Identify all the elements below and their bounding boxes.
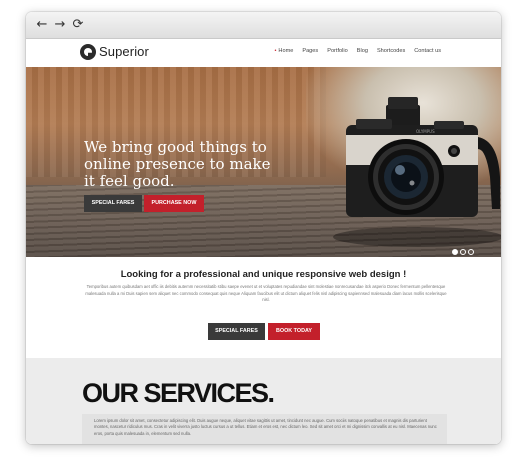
browser-window: ← → ⟳ Superior Home Pages Portfolio Blog… — [26, 12, 501, 444]
site-header: Superior Home Pages Portfolio Blog Short… — [26, 39, 501, 67]
book-today-button[interactable]: BOOK TODAY — [268, 323, 320, 340]
svg-text:OLYMPUS: OLYMPUS — [416, 129, 435, 134]
special-fares-button[interactable]: SPECIAL FARES — [84, 195, 142, 212]
back-icon[interactable]: ← — [34, 16, 50, 34]
logo-icon[interactable] — [80, 44, 96, 60]
reload-icon[interactable]: ⟳ — [70, 16, 86, 34]
site-logo[interactable]: Superior — [99, 44, 149, 59]
services-text: Lorem ipsum dolor sit amet, consectetur … — [94, 418, 437, 436]
slider-dot[interactable] — [452, 249, 458, 255]
nav-item-home[interactable]: Home — [274, 48, 293, 54]
hero-slider: OLYMPUS We bring good things to online p… — [26, 67, 501, 257]
purchase-now-button[interactable]: PURCHASE NOW — [144, 195, 204, 212]
slider-dot[interactable] — [460, 249, 466, 255]
special-fares-button[interactable]: SPECIAL FARES — [208, 323, 265, 340]
intro-text: Temporibus autem quibusdam aet offic iis… — [85, 284, 447, 303]
services-text-box: Lorem ipsum dolor sit amet, consectetur … — [82, 414, 447, 444]
nav-item-pages[interactable]: Pages — [302, 48, 318, 54]
slider-dot[interactable] — [468, 249, 474, 255]
nav-item-shortcodes[interactable]: Shortcodes — [377, 48, 405, 54]
main-nav: Home Pages Portfolio Blog Shortcodes Con… — [274, 48, 441, 54]
slider-dots — [452, 249, 474, 255]
intro-heading: Looking for a professional and unique re… — [120, 269, 407, 280]
browser-toolbar: ← → ⟳ — [26, 12, 501, 39]
nav-item-portfolio[interactable]: Portfolio — [327, 48, 348, 54]
camera-image: OLYMPUS — [333, 97, 501, 247]
hero-headline: We bring good things to online presence … — [84, 138, 271, 190]
services-heading: OUR SERVICES. — [82, 378, 275, 408]
nav-item-blog[interactable]: Blog — [357, 48, 368, 54]
web-page: Superior Home Pages Portfolio Blog Short… — [26, 39, 501, 444]
services-section: OUR SERVICES. Lorem ipsum dolor sit amet… — [26, 358, 501, 444]
intro-section: Looking for a professional and unique re… — [26, 257, 501, 358]
nav-item-contact[interactable]: Contact us — [414, 48, 441, 54]
forward-icon[interactable]: → — [52, 16, 68, 34]
